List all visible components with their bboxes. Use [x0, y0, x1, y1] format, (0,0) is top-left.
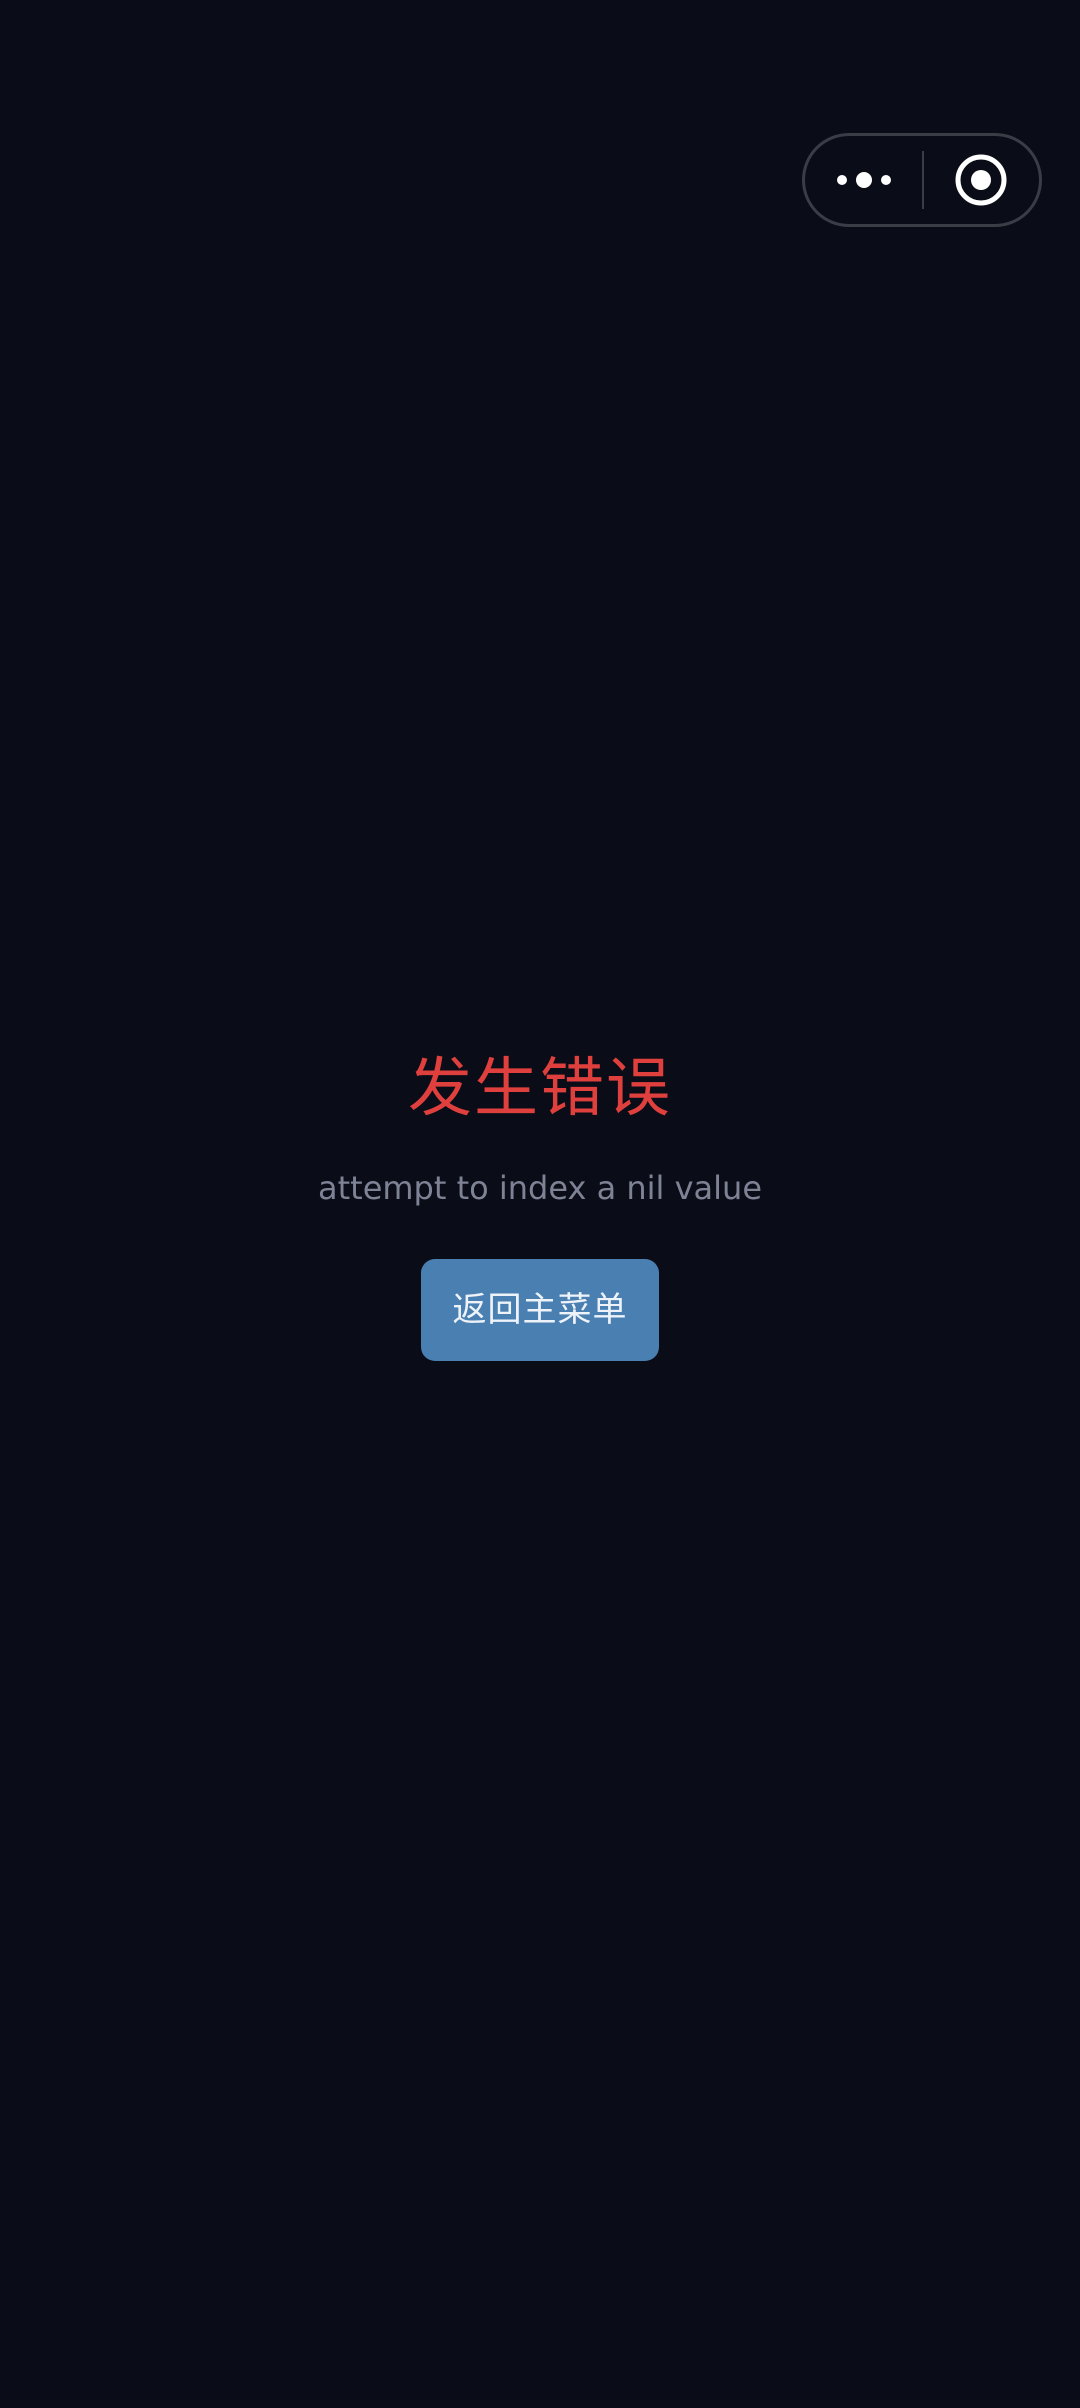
app-screen: 发生错误 attempt to index a nil value 返回主菜单	[0, 0, 1080, 2408]
mini-program-capsule	[802, 133, 1042, 227]
more-dots-icon	[836, 172, 891, 188]
back-to-main-menu-button[interactable]: 返回主菜单	[421, 1259, 659, 1361]
close-button[interactable]	[924, 136, 1039, 224]
error-message: attempt to index a nil value	[317, 1169, 763, 1207]
error-title: 发生错误	[408, 1052, 672, 1126]
target-circle-icon	[955, 154, 1007, 206]
more-button[interactable]	[805, 136, 922, 224]
